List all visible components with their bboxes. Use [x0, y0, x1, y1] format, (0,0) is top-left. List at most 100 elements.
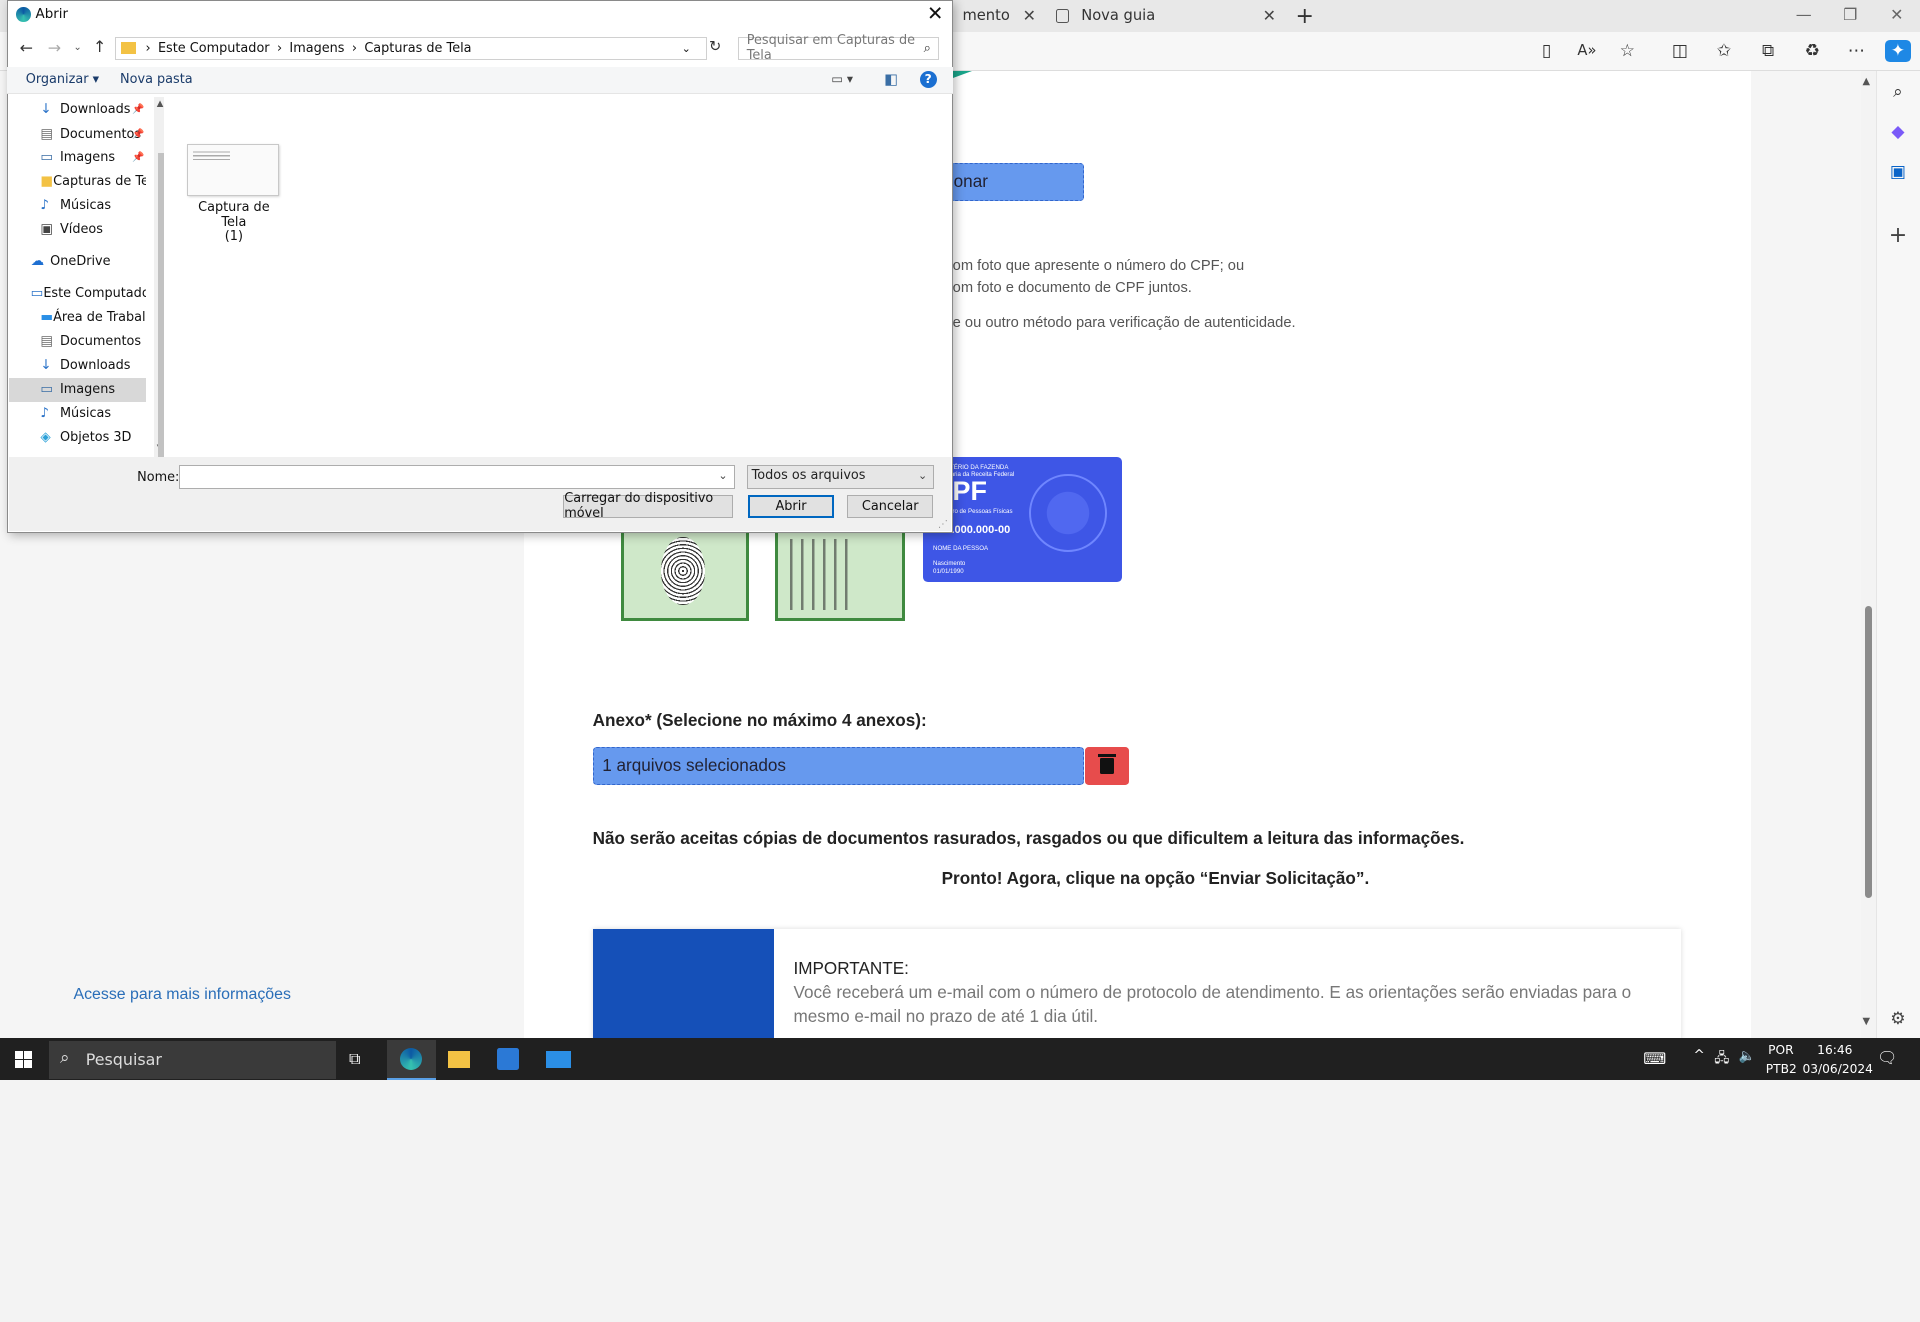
view-options-icon[interactable]: ▭ ▾	[831, 72, 853, 86]
volume-muted-icon[interactable]: 🔈	[1739, 1049, 1756, 1064]
notifications-icon[interactable]: 🗨	[1877, 1048, 1897, 1067]
keyboard-layout[interactable]: PTB2	[1766, 1062, 1797, 1076]
file-type-select[interactable]: Todos os arquivos ⌄	[746, 465, 935, 489]
navigation-pane: ↓ Downloads 📌 ▤ Documentos 📌 ▭ Imagens 📌 ■ Captura…	[8, 96, 172, 477]
trash-icon	[1097, 754, 1117, 774]
filename-input[interactable]: ⌄	[178, 465, 735, 489]
close-window-icon[interactable]: ✕	[1878, 5, 1915, 24]
resize-grip-icon[interactable]: ⋰	[938, 519, 948, 530]
new-folder-button[interactable]: Nova pasta	[120, 72, 193, 87]
open-button[interactable]: Abrir	[748, 494, 834, 518]
file-explorer-icon[interactable]	[448, 1050, 471, 1068]
file-item-name[interactable]: Captura de Tela (1)	[184, 199, 284, 245]
store-icon[interactable]	[497, 1048, 520, 1071]
tab-previous[interactable]: mento ✕	[952, 0, 1046, 32]
nav-item[interactable]: ◈ Objetos 3D	[9, 426, 146, 449]
more-icon[interactable]: ⋯	[1843, 40, 1870, 62]
taskbar-edge-button[interactable]	[386, 1039, 436, 1080]
nav-item[interactable]: ▭ Imagens 📌	[9, 146, 146, 169]
scroll-up-icon[interactable]: ▲	[1862, 76, 1870, 87]
recent-dropdown-icon[interactable]: ⌄	[73, 42, 81, 53]
select-button-label: onar	[953, 171, 988, 192]
search-icon[interactable]: ⌕	[1886, 80, 1910, 104]
file-name-line: Captura de Tela	[198, 199, 270, 230]
upload-mobile-button[interactable]: Carregar do dispositivo móvel	[563, 491, 734, 521]
chevron-up-icon[interactable]: ^	[1693, 1048, 1704, 1063]
search-input[interactable]: Pesquisar em Capturas de Tela ⌕	[738, 33, 940, 63]
help-icon[interactable]: ?	[919, 71, 937, 89]
split-screen-icon[interactable]: ◫	[1667, 40, 1694, 62]
favorites-icon[interactable]: ✩	[1711, 40, 1738, 62]
scroll-thumb[interactable]	[1864, 606, 1873, 898]
scroll-down-icon[interactable]: ▼	[1862, 1016, 1870, 1027]
nav-item[interactable]: ☁ OneDrive	[9, 250, 146, 273]
add-icon[interactable]: +	[1886, 223, 1910, 248]
collections-icon[interactable]: ⧉	[1755, 40, 1782, 62]
nav-item[interactable]: ▤ Documentos	[9, 329, 146, 352]
nav-item[interactable]: ▤ Documentos 📌	[9, 122, 146, 145]
close-icon[interactable]: ✕	[927, 2, 943, 25]
copilot-icon[interactable]: ✦	[1884, 40, 1912, 63]
download-icon: ↓	[40, 102, 52, 118]
nav-item[interactable]: ▬Área de Trabalho	[9, 306, 145, 329]
mail-icon[interactable]	[546, 1050, 571, 1068]
network-icon[interactable]: 🖧	[1714, 1049, 1729, 1071]
close-icon[interactable]: ✕	[1023, 6, 1036, 25]
settings-gear-icon[interactable]: ⚙	[1886, 1007, 1910, 1031]
task-view-icon[interactable]: ⧉	[349, 1049, 360, 1069]
up-arrow-icon[interactable]: ↑	[93, 37, 106, 56]
nav-item[interactable]: ▭ Este Computador	[9, 282, 146, 305]
files-selected-text: 1 arquivos selecionados	[602, 755, 786, 776]
chevron-down-icon[interactable]: ⌄	[718, 466, 727, 487]
computer-icon: ▭	[30, 285, 44, 301]
reading-view-icon[interactable]: ▯	[1533, 40, 1560, 62]
file-item-thumbnail[interactable]	[187, 144, 280, 196]
nav-item[interactable]: ♪ Músicas	[9, 402, 146, 425]
nav-item[interactable]: ↓ Downloads	[9, 354, 146, 377]
keyboard-icon[interactable]: ⌨	[1643, 1049, 1666, 1068]
path-segment[interactable]: Imagens	[289, 41, 344, 56]
back-arrow-icon[interactable]: ←	[20, 38, 33, 57]
warning-text: Não serão aceitas cópias de documentos r…	[592, 827, 1465, 848]
chevron-down-icon: ⌄	[917, 469, 928, 483]
nav-item[interactable]: ▭ Imagens	[8, 378, 146, 402]
close-icon[interactable]: ✕	[1263, 6, 1276, 25]
rg-card-back-image	[775, 526, 905, 621]
preview-pane-icon[interactable]: ◧	[884, 71, 898, 88]
favorite-star-icon[interactable]: ☆	[1614, 40, 1641, 62]
organize-button[interactable]: Organizar ▾	[26, 72, 99, 87]
path-segment[interactable]: Capturas de Tela	[364, 41, 471, 56]
nav-item[interactable]: ♪ Músicas	[9, 193, 146, 216]
clock-date[interactable]: 03/06/2024	[1802, 1062, 1873, 1076]
nav-item-label: Capturas de Tela	[53, 174, 146, 190]
read-aloud-icon[interactable]: A»	[1573, 40, 1600, 62]
nav-item[interactable]: ■Capturas de Tela	[9, 170, 146, 193]
nav-item-label: OneDrive	[50, 253, 111, 269]
chevron-down-icon[interactable]: ⌄	[682, 42, 691, 55]
windows-start-icon[interactable]	[14, 1050, 32, 1068]
cancel-button[interactable]: Cancelar	[847, 494, 934, 518]
delete-attachment-button[interactable]	[1084, 746, 1129, 785]
address-path[interactable]: › Este Computador › Imagens › Capturas d…	[115, 36, 707, 60]
path-segment[interactable]: Este Computador	[158, 41, 270, 56]
extensions-icon[interactable]: ♻	[1799, 40, 1826, 62]
nav-item-label: Vídeos	[59, 222, 103, 238]
cpf-birth-label: Nascimento	[933, 559, 966, 567]
nav-item[interactable]: ↓ Downloads 📌	[9, 98, 146, 121]
clock-time[interactable]: 16:46	[1817, 1043, 1852, 1057]
forward-arrow-icon[interactable]: →	[48, 38, 61, 57]
taskbar-search[interactable]: ⌕ Pesquisar	[48, 1040, 336, 1079]
more-info-link[interactable]: Acesse para mais informações	[73, 986, 290, 1004]
pin-icon: 📌	[132, 151, 145, 163]
tab-nova-guia[interactable]: Nova guia ✕	[1045, 0, 1286, 32]
refresh-icon[interactable]: ↻	[709, 38, 721, 55]
scroll-up-icon[interactable]: ▲	[157, 99, 164, 109]
copilot-sidebar-icon[interactable]: ◆	[1886, 120, 1910, 144]
language-code[interactable]: POR	[1768, 1043, 1794, 1057]
files-selected-field[interactable]: 1 arquivos selecionados	[592, 746, 1084, 785]
restore-icon[interactable]: ❐	[1832, 5, 1869, 24]
outlook-icon[interactable]: ▣	[1886, 160, 1910, 184]
new-tab-button[interactable]: +	[1296, 4, 1314, 29]
minimize-icon[interactable]: —	[1785, 5, 1822, 24]
nav-item[interactable]: ▣ Vídeos	[9, 218, 146, 241]
